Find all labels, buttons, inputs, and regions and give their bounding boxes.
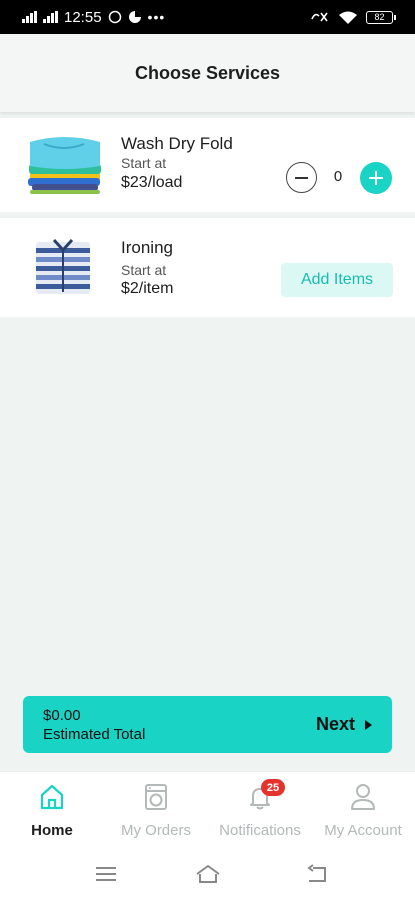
total-amount: $0.00: [43, 706, 81, 724]
service-price: $2/item: [121, 280, 174, 297]
service-card-wash-dry-fold: Wash Dry Fold Start at $23/load 0: [0, 118, 415, 212]
page-header: Choose Services: [0, 34, 415, 112]
washing-machine-icon: [145, 784, 167, 810]
increase-quantity-button[interactable]: [360, 162, 392, 194]
tab-my-orders[interactable]: My Orders: [113, 772, 199, 842]
status-right: 82: [310, 10, 396, 24]
service-name: Ironing: [121, 238, 173, 257]
page-title: Choose Services: [134, 62, 281, 83]
volte-icon: [311, 12, 328, 22]
service-start-label: Start at: [121, 262, 167, 278]
tab-home[interactable]: Home: [23, 772, 81, 842]
whatsapp-icon: [108, 10, 121, 24]
recent-apps-icon[interactable]: [93, 863, 119, 885]
tab-label: Notifications: [219, 822, 301, 839]
decrease-quantity-button[interactable]: [286, 162, 317, 193]
user-icon: [351, 784, 375, 810]
next-button[interactable]: Next: [316, 714, 372, 735]
status-time: 12:55: [64, 8, 102, 26]
bell-icon-wrapper: 25: [245, 779, 285, 812]
status-left: 12:55 •••: [22, 9, 165, 26]
next-label: Next: [315, 714, 355, 734]
quantity-value: 0: [333, 168, 343, 185]
app-notification-icon: [128, 11, 141, 23]
total-text: $0.00 Estimated Total: [43, 707, 145, 743]
signal-icon: [22, 11, 37, 23]
total-label: Estimated Total: [43, 725, 146, 743]
service-card-ironing: Ironing Start at $2/item Add Items: [0, 218, 415, 317]
tab-label: Home: [31, 822, 73, 839]
more-notifications-icon: •••: [147, 9, 166, 25]
service-start-label: Start at: [121, 155, 167, 171]
bottom-tab-bar: Home My Orders 25 Notifications My Accou…: [0, 771, 415, 841]
home-icon: [40, 784, 64, 810]
wifi-icon: [339, 11, 357, 24]
tab-my-account[interactable]: My Account: [315, 772, 411, 842]
status-bar: 12:55 ••• 82: [0, 0, 415, 34]
battery-icon: 82: [366, 10, 396, 24]
arrow-right-icon: [365, 719, 372, 730]
tab-label: My Account: [324, 822, 402, 839]
notification-badge: 25: [261, 779, 285, 796]
back-icon[interactable]: [305, 863, 331, 885]
service-name: Wash Dry Fold: [121, 134, 233, 153]
shirt-icon: [36, 238, 90, 294]
tab-notifications[interactable]: 25 Notifications: [207, 772, 313, 842]
signal-icon-2: [43, 11, 58, 23]
tab-label: My Orders: [120, 822, 191, 839]
system-navigation-bar: [0, 841, 415, 900]
service-price: $23/load: [121, 174, 183, 191]
add-items-button[interactable]: Add Items: [281, 263, 393, 297]
folded-clothes-icon: [28, 137, 101, 194]
home-nav-icon[interactable]: [195, 863, 221, 885]
estimated-total-bar: $0.00 Estimated Total Next: [23, 696, 392, 753]
